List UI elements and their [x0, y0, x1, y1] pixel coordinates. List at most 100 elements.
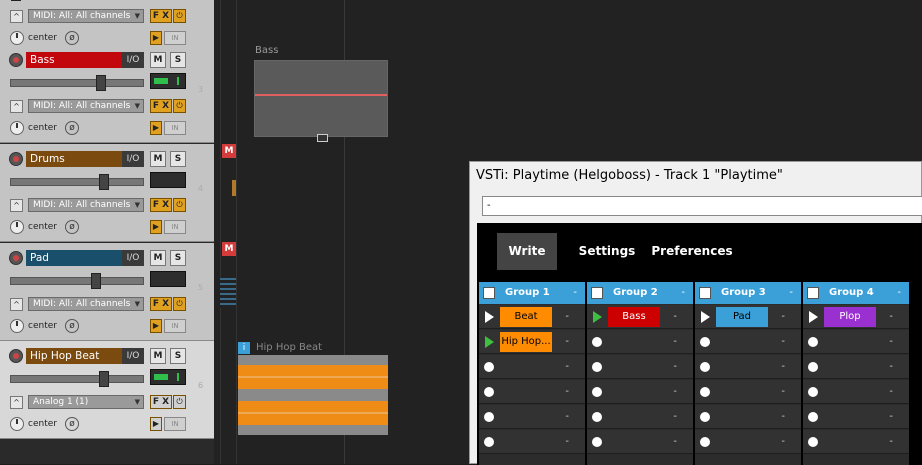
pan-knob[interactable]: [10, 319, 24, 333]
track-5-mute-marker[interactable]: M: [222, 242, 236, 256]
clip-slot[interactable]: -: [803, 380, 909, 404]
fader-handle[interactable]: [99, 174, 109, 190]
slot-menu[interactable]: -: [673, 380, 677, 404]
slot-menu[interactable]: -: [889, 355, 893, 379]
slot-menu[interactable]: -: [565, 330, 569, 354]
io-button[interactable]: I/O: [122, 151, 144, 167]
slot-menu[interactable]: -: [673, 330, 677, 354]
input-select[interactable]: MIDI: All: All channels ▼: [28, 198, 144, 212]
play-icon[interactable]: [593, 311, 602, 323]
record-slot-icon[interactable]: [808, 362, 818, 372]
clip-slot[interactable]: Bass -: [587, 305, 693, 329]
play-icon[interactable]: ▶: [150, 319, 162, 333]
slot-menu[interactable]: -: [889, 305, 893, 329]
pad-item-sliver[interactable]: [220, 278, 236, 308]
track-5[interactable]: Pad I/O M S ^ MIDI: All: All channels ▼ F X ⏻ cen…: [0, 243, 214, 341]
track-name[interactable]: Pad: [26, 250, 122, 266]
power-icon[interactable]: ⏻: [173, 198, 186, 212]
mute-button[interactable]: M: [150, 52, 166, 68]
group-header[interactable]: Group 4 -: [803, 282, 909, 304]
power-icon[interactable]: ⏻: [173, 9, 186, 23]
clip-button[interactable]: Plop: [824, 307, 876, 327]
input-select[interactable]: MIDI: All: All channels ▼: [28, 99, 144, 113]
slot-menu[interactable]: -: [781, 430, 785, 454]
pan-knob[interactable]: [10, 417, 24, 431]
mute-button[interactable]: M: [150, 348, 166, 364]
solo-button[interactable]: S: [170, 151, 186, 167]
volume-fader[interactable]: [10, 371, 144, 387]
input-monitor[interactable]: IN: [164, 417, 186, 431]
track-name[interactable]: Drums: [26, 151, 122, 167]
group-checkbox[interactable]: [591, 287, 603, 299]
slot-menu[interactable]: -: [673, 355, 677, 379]
slot-menu[interactable]: -: [673, 305, 677, 329]
record-slot-icon[interactable]: [700, 387, 710, 397]
mute-button[interactable]: M: [150, 250, 166, 266]
slot-menu[interactable]: -: [565, 405, 569, 429]
track-4[interactable]: Drums I/O M S ^ MIDI: All: All channels ▼ F X ⏻ c…: [0, 144, 214, 242]
fx-button[interactable]: F X: [150, 99, 172, 113]
clip-slot[interactable]: -: [479, 380, 585, 404]
play-icon[interactable]: [809, 311, 818, 323]
record-slot-icon[interactable]: [484, 362, 494, 372]
track-4-mute-marker[interactable]: M: [222, 144, 236, 158]
record-slot-icon[interactable]: [808, 387, 818, 397]
solo-button[interactable]: S: [170, 52, 186, 68]
fx-button[interactable]: F X: [150, 198, 172, 212]
record-slot-icon[interactable]: [592, 362, 602, 372]
io-button[interactable]: I/O: [122, 250, 144, 266]
group-checkbox[interactable]: [807, 287, 819, 299]
clip-button[interactable]: Hip Hop...: [500, 332, 552, 352]
slot-menu[interactable]: -: [565, 380, 569, 404]
group-header[interactable]: Group 1 -: [479, 282, 585, 304]
record-slot-icon[interactable]: [700, 412, 710, 422]
group-checkbox[interactable]: [483, 287, 495, 299]
pan-knob[interactable]: [10, 31, 24, 45]
slot-menu[interactable]: -: [673, 405, 677, 429]
clip-button[interactable]: Pad: [716, 307, 768, 327]
record-slot-icon[interactable]: [808, 337, 818, 347]
record-slot-icon[interactable]: [808, 437, 818, 447]
clip-button[interactable]: Bass: [608, 307, 660, 327]
play-icon[interactable]: ▶: [150, 121, 162, 135]
clip-slot[interactable]: -: [479, 405, 585, 429]
phase-icon[interactable]: ø: [65, 220, 79, 234]
input-select[interactable]: MIDI: All: All channels ▼: [28, 9, 144, 23]
group-menu[interactable]: -: [681, 282, 685, 304]
io-button[interactable]: I/O: [122, 52, 144, 68]
record-slot-icon[interactable]: [592, 337, 602, 347]
group-header[interactable]: Group 3 -: [695, 282, 801, 304]
clip-slot[interactable]: -: [695, 430, 801, 454]
slot-menu[interactable]: -: [781, 355, 785, 379]
preset-dropdown[interactable]: -: [482, 196, 922, 216]
phase-icon[interactable]: ø: [65, 121, 79, 135]
clip-slot[interactable]: -: [803, 355, 909, 379]
clip-slot[interactable]: -: [587, 330, 693, 354]
clip-slot[interactable]: Hip Hop... -: [479, 330, 585, 354]
power-icon[interactable]: ⏻: [173, 99, 186, 113]
envelope-button[interactable]: ^: [10, 199, 23, 212]
fader-handle[interactable]: [96, 75, 106, 91]
pan-knob[interactable]: [10, 220, 24, 234]
clip-slot[interactable]: -: [479, 355, 585, 379]
record-slot-icon[interactable]: [484, 437, 494, 447]
slot-menu[interactable]: -: [781, 305, 785, 329]
volume-fader[interactable]: [10, 174, 144, 190]
slot-menu[interactable]: -: [781, 405, 785, 429]
group-menu[interactable]: -: [573, 282, 577, 304]
slot-menu[interactable]: -: [565, 355, 569, 379]
slot-menu[interactable]: -: [565, 305, 569, 329]
solo-button[interactable]: S: [170, 348, 186, 364]
clip-slot[interactable]: -: [695, 380, 801, 404]
record-arm-button[interactable]: [9, 53, 23, 67]
tab-preferences[interactable]: Preferences: [649, 233, 735, 270]
pan-knob[interactable]: [10, 121, 24, 135]
tab-write[interactable]: Write: [497, 233, 557, 270]
envelope-button[interactable]: ^: [10, 298, 23, 311]
record-slot-icon[interactable]: [592, 437, 602, 447]
input-select[interactable]: Analog 1 (1) ▼: [28, 395, 144, 409]
vsti-window[interactable]: VSTi: Playtime (Helgoboss) - Track 1 "Pl…: [469, 161, 922, 465]
record-slot-icon[interactable]: [484, 412, 494, 422]
bass-media-item[interactable]: [254, 60, 388, 142]
fader-handle[interactable]: [91, 273, 101, 289]
